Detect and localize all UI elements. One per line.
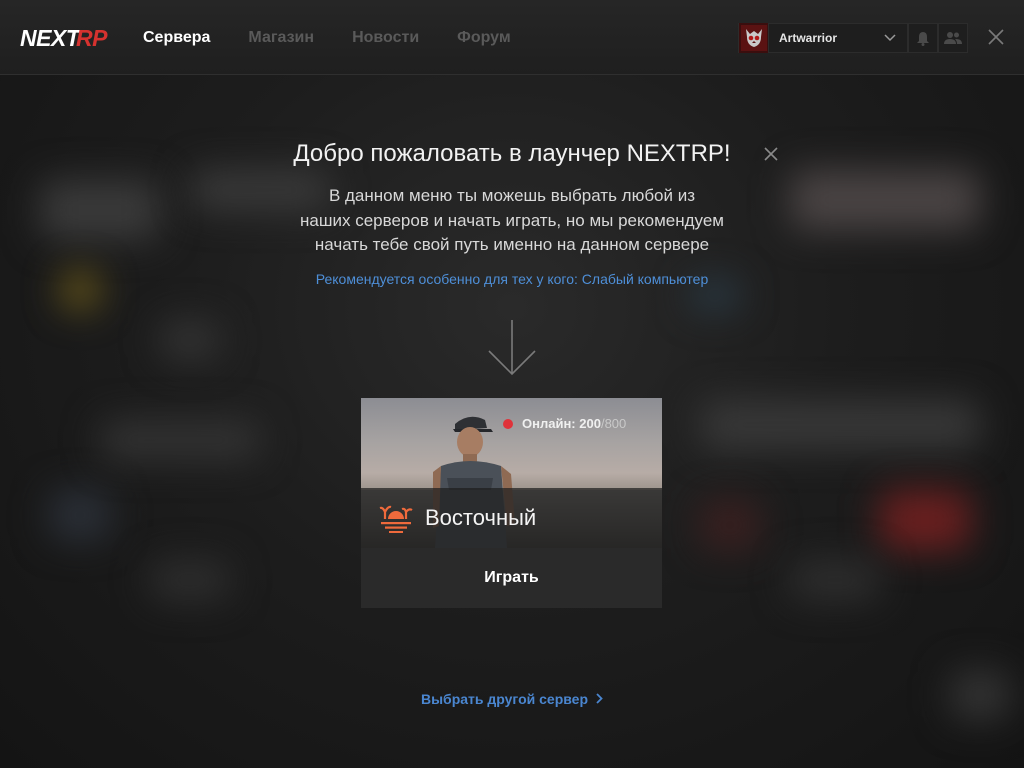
description-line: В данном меню ты можешь выбрать любой из xyxy=(328,186,696,205)
bell-icon xyxy=(917,31,929,46)
server-name-bar: Восточный xyxy=(361,488,662,548)
online-max: /800 xyxy=(600,416,627,431)
nav-servers[interactable]: Сервера xyxy=(143,29,210,47)
username: Artwarrior xyxy=(779,31,838,45)
nav-shop[interactable]: Магазин xyxy=(248,29,314,47)
online-dot xyxy=(503,418,513,429)
user-menu[interactable]: Artwarrior xyxy=(738,23,908,53)
recommendation-text: Рекомендуется особенно для тех у кого: С… xyxy=(315,271,709,287)
arrow-down-icon xyxy=(488,320,536,376)
server-name: Восточный xyxy=(425,505,537,530)
choose-other-server-link[interactable]: Выбрать другой сервер xyxy=(0,691,1024,707)
nav-forum[interactable]: Форум xyxy=(457,29,511,47)
sunset-island-icon xyxy=(379,505,413,533)
top-bar: NEXT RP Сервера Магазин Новости Форум Ar… xyxy=(0,0,1024,75)
blurred-background xyxy=(0,0,1024,768)
welcome-title-text: Добро пожаловать в лаунчер NEXTRP! xyxy=(293,140,731,167)
welcome-title: Добро пожаловать в лаунчер NEXTRP! xyxy=(0,140,1024,168)
online-current: 200 xyxy=(579,416,601,431)
nav-news[interactable]: Новости xyxy=(352,29,419,47)
main-nav: Сервера Магазин Новости Форум xyxy=(143,0,511,75)
server-card[interactable]: Онлайн: 200/800 Восточный Играть xyxy=(361,398,662,608)
friends-icon xyxy=(944,32,962,44)
skull-avatar-icon xyxy=(740,25,767,51)
chevron-right-icon xyxy=(596,691,603,707)
welcome-description: В данном меню ты можешь выбрать любой из… xyxy=(232,184,792,258)
choose-other-server-label: Выбрать другой сервер xyxy=(420,691,589,707)
notifications-button[interactable] xyxy=(908,23,938,53)
friends-button[interactable] xyxy=(938,23,968,53)
svg-text:RP: RP xyxy=(76,25,108,51)
avatar xyxy=(739,23,769,53)
nextrp-logo[interactable]: NEXT RP xyxy=(20,23,110,53)
close-icon xyxy=(988,29,1004,45)
svg-text:NEXT: NEXT xyxy=(20,25,82,51)
chevron-down-icon xyxy=(879,23,901,53)
online-status: Онлайн: 200/800 xyxy=(503,416,626,431)
description-line: начать тебе свой путь именно на данном с… xyxy=(314,235,710,254)
online-label: Онлайн: xyxy=(522,416,576,431)
welcome-close-button[interactable] xyxy=(760,143,782,165)
description-line: наших серверов и начать играть, но мы ре… xyxy=(300,210,724,230)
close-icon xyxy=(764,147,778,161)
play-button[interactable]: Играть xyxy=(361,548,662,608)
close-app-button[interactable] xyxy=(984,25,1008,49)
